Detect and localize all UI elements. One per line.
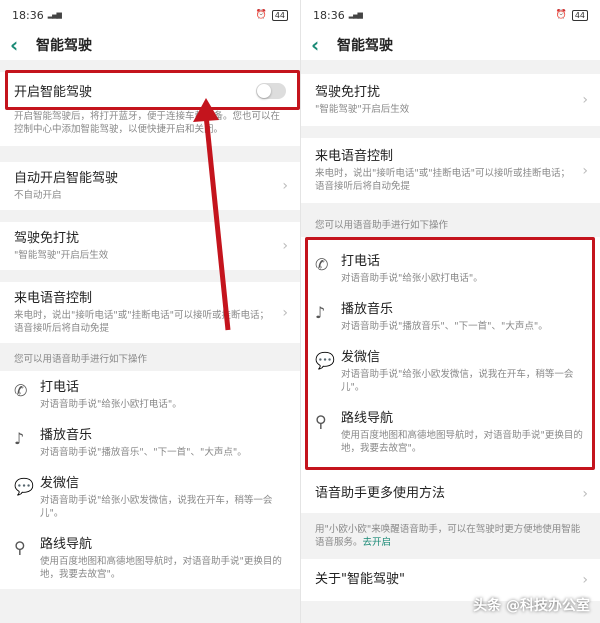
annotation-arrow [193, 98, 231, 331]
watermark: 头条 @科技办公室 [473, 598, 590, 614]
arrow-head [193, 98, 219, 122]
arrow-shaft [203, 114, 231, 331]
